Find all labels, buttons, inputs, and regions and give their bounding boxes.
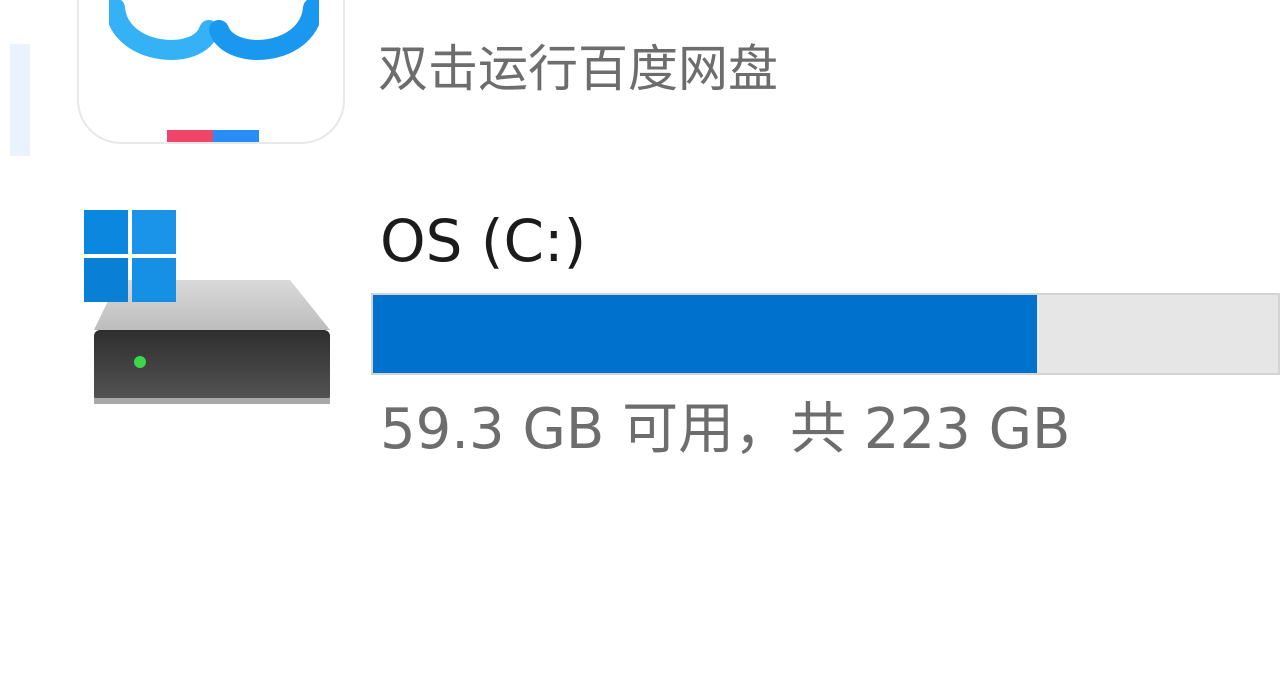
- file-explorer-view: 双击运行百度网盘 OS (C:) 59.3 GB 可用，共 223 GB: [0, 0, 1280, 682]
- drive-usage-bar: [371, 293, 1280, 375]
- windows-system-drive-icon: [84, 210, 330, 404]
- drive-item-c[interactable]: OS (C:) 59.3 GB 可用，共 223 GB: [0, 180, 1280, 480]
- drive-usage-fill: [373, 295, 1038, 373]
- app-description: 双击运行百度网盘: [378, 40, 778, 98]
- baidu-netdisk-icon: [77, 0, 345, 144]
- drive-usage-text: 59.3 GB 可用，共 223 GB: [380, 397, 1071, 462]
- cloud-glyph-icon: [109, 0, 319, 60]
- baidu-netdisk-item[interactable]: 双击运行百度网盘: [0, 0, 1280, 160]
- brand-bar-blue: [213, 130, 259, 142]
- drive-name: OS (C:): [380, 207, 587, 275]
- brand-bar-red: [167, 130, 213, 142]
